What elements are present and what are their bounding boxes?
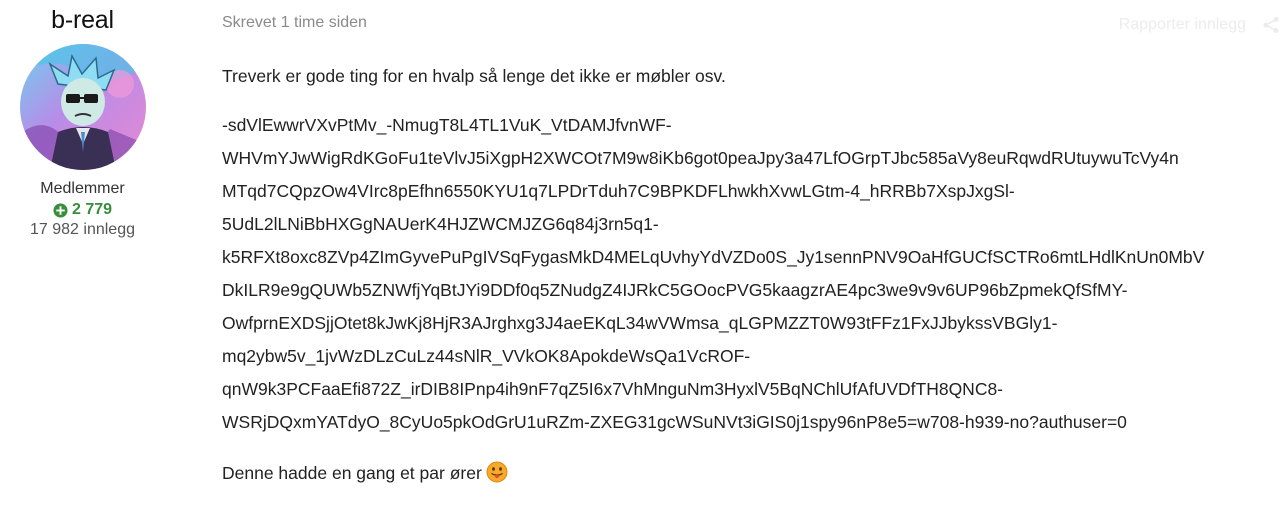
avatar[interactable] — [19, 44, 146, 170]
url-line: k5RFXt8oxc8ZVp4ZImGyvePuPgIVSqFygasMkD4M… — [222, 247, 1205, 267]
url-line: MTqd7CQpzOw4VIrc8pEfhn6550KYU1q7LPDrTduh… — [222, 181, 1015, 201]
post-timestamp[interactable]: Skrevet 1 time siden — [222, 14, 367, 32]
plus-circle-icon — [53, 202, 68, 218]
report-post-link[interactable]: Rapporter innlegg — [1119, 16, 1246, 34]
post-count: 17 982 innlegg — [30, 221, 135, 238]
url-line: -sdVlEwwrVXvPtMv_-NmugT8L4TL1VuK_VtDAMJf… — [222, 115, 672, 135]
share-icon[interactable] — [1262, 16, 1280, 34]
author-group: Medlemmer — [40, 180, 125, 197]
url-line: mq2ybw5v_1jvWzDLzCuLz44sNlR_VVkOK8Apokde… — [222, 346, 751, 366]
url-line: DkILR9e9gQUWb5ZNWfjYqBtJYi9DDf0q5ZNudgZ4… — [222, 280, 1128, 300]
author-name-link[interactable]: b-real — [51, 6, 114, 35]
post-paragraph: Treverk er gode ting for en hvalp så len… — [222, 66, 726, 86]
url-line: qnW9k3PCFaaEfi872Z_irDIB8IPnp4ih9nF7qZ5I… — [222, 379, 1004, 399]
url-line: WHVmYJwWigRdKGoFu1teVlvJ5iXgpH2XWCOt7M9w… — [222, 148, 1179, 168]
url-line: WSRjDQxmYATdyO_8CyUo5pkOdGrU1uRZm-ZXEG31… — [222, 412, 1127, 432]
post-paragraph-last: Denne hadde en gang et par ører — [222, 461, 1280, 483]
url-line: 5UdL2lLNiBbHXGgNAUerK4HJZWCMJZG6q84j3rn5… — [222, 214, 659, 234]
reputation: 2 779 — [53, 201, 112, 219]
reputation-value: 2 779 — [71, 201, 113, 218]
image-url-text: -sdVlEwwrVXvPtMv_-NmugT8L4TL1VuK_VtDAMJf… — [222, 115, 1280, 432]
avatar-image — [19, 44, 146, 170]
tongue-out-emoji-icon — [486, 461, 508, 483]
author-panel: b-real Medlemmer 2 779 17 982 innlegg — [0, 0, 165, 239]
post-paragraph-text: Denne hadde en gang et par ører — [222, 463, 482, 483]
post-content: Treverk er gode ting for en hvalp så len… — [222, 66, 1280, 512]
url-line: OwfprnEXDSjjOtet8kJwKj8HjR3AJrghxg3J4aeE… — [222, 313, 1058, 333]
